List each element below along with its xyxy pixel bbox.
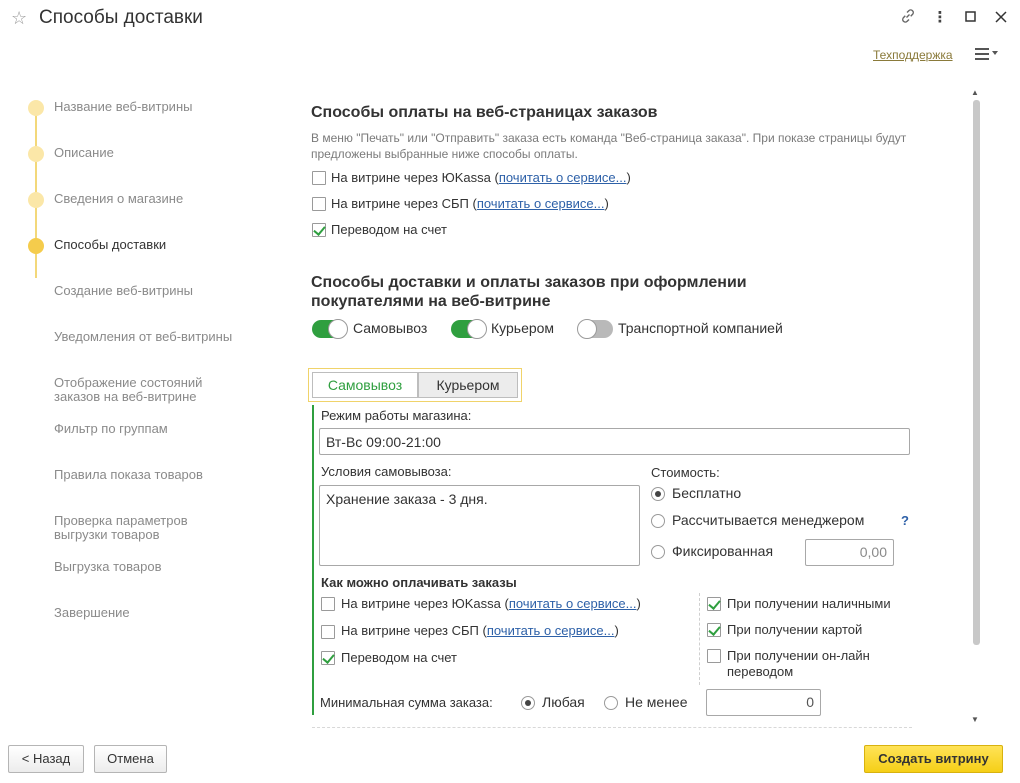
step-item[interactable]: Название веб-витрины <box>54 100 254 114</box>
payment-pages-heading: Способы оплаты на веб-страницах заказов <box>311 104 658 121</box>
transport-company-toggle[interactable] <box>577 319 613 339</box>
delivery-heading: Способы доставки и оплаты заказов при оф… <box>311 274 747 310</box>
pickup-toggle[interactable] <box>312 319 348 339</box>
payment-pages-hint: В меню "Печать" или "Отправить" заказа е… <box>311 131 907 161</box>
step-item[interactable]: Фильтр по группам <box>54 422 254 436</box>
pickup-toggle-label: Самовывоз <box>353 320 428 336</box>
cost-manager-label: Рассчитывается менеджером <box>672 512 865 528</box>
store-hours-input[interactable] <box>319 428 910 455</box>
step-marker <box>28 146 44 162</box>
pickup-sbp-option: На витрине через СБП (почитать о сервисе… <box>341 623 619 638</box>
cost-free-radio[interactable] <box>651 487 665 501</box>
more-icon[interactable]: ⋮ <box>930 8 950 26</box>
tab-courier[interactable]: Курьером <box>418 372 518 398</box>
card-on-receipt-label: При получении картой <box>727 622 863 637</box>
pickup-bank-transfer-checkbox[interactable] <box>321 651 335 665</box>
min-sum-any-radio[interactable] <box>521 696 535 710</box>
pickup-bank-transfer-label: Переводом на счет <box>341 650 458 665</box>
link-icon[interactable] <box>898 8 918 28</box>
bank-transfer-label: Переводом на счет <box>331 222 448 237</box>
scrollbar-thumb[interactable] <box>973 100 980 645</box>
cash-on-receipt-checkbox[interactable] <box>707 597 721 611</box>
sbp-option: На витрине через СБП (почитать о сервисе… <box>331 196 609 211</box>
window-title: Способы доставки <box>39 7 203 28</box>
step-marker <box>28 100 44 116</box>
favorite-star-icon[interactable]: ☆ <box>11 8 27 29</box>
cancel-button[interactable]: Отмена <box>94 745 167 773</box>
payment-columns-divider <box>699 593 700 685</box>
pickup-yookassa-option: На витрине через ЮKassa (почитать о серв… <box>341 596 641 611</box>
pickup-sbp-checkbox[interactable] <box>321 625 335 639</box>
cash-on-receipt-label: При получении наличными <box>727 596 891 611</box>
step-item[interactable]: Выгрузка товаров <box>54 560 254 574</box>
transport-company-toggle-label: Транспортной компанией <box>618 320 783 336</box>
min-sum-any-label: Любая <box>542 694 585 710</box>
yookassa-option: На витрине через ЮKassa (почитать о серв… <box>331 170 631 185</box>
pickup-conditions-label: Условия самовывоза: <box>321 464 452 479</box>
sbp-info-link[interactable]: почитать о сервисе... <box>477 196 605 211</box>
pickup-yookassa-info-link[interactable]: почитать о сервисе... <box>509 596 637 611</box>
create-storefront-button[interactable]: Создать витрину <box>864 745 1003 773</box>
tab-content-indicator <box>312 405 314 715</box>
min-sum-label: Минимальная сумма заказа: <box>320 695 493 710</box>
step-item[interactable]: Уведомления от веб-витрины <box>54 330 254 344</box>
pickup-yookassa-checkbox[interactable] <box>321 597 335 611</box>
scroll-down-icon[interactable]: ▼ <box>971 715 979 724</box>
back-button[interactable]: < Назад <box>8 745 84 773</box>
step-item[interactable]: Проверка параметров выгрузки товаров <box>54 514 214 542</box>
close-icon[interactable] <box>991 8 1011 27</box>
support-link[interactable]: Техподдержка <box>873 48 953 62</box>
payment-methods-heading: Как можно оплачивать заказы <box>321 575 517 590</box>
help-icon[interactable]: ? <box>901 513 909 528</box>
main-menu-icon[interactable] <box>975 46 998 62</box>
card-on-receipt-checkbox[interactable] <box>707 623 721 637</box>
cost-fixed-label: Фиксированная <box>672 543 774 559</box>
step-item[interactable]: Создание веб-витрины <box>54 284 254 298</box>
min-sum-input[interactable]: 0 <box>706 689 821 716</box>
scroll-up-icon[interactable]: ▲ <box>971 88 979 97</box>
tab-pickup[interactable]: Самовывоз <box>312 372 418 398</box>
sbp-checkbox[interactable] <box>312 197 326 211</box>
courier-toggle-label: Курьером <box>491 320 555 336</box>
yookassa-checkbox[interactable] <box>312 171 326 185</box>
section-divider <box>312 727 912 728</box>
online-transfer-on-receipt-label: При получении он-лайн переводом <box>727 648 870 679</box>
cost-free-label: Бесплатно <box>672 485 742 501</box>
cost-fixed-radio[interactable] <box>651 545 665 559</box>
maximize-icon[interactable] <box>961 8 981 27</box>
fixed-cost-input[interactable]: 0,00 <box>805 539 894 566</box>
step-item[interactable]: Завершение <box>54 606 254 620</box>
step-item[interactable]: Правила показа товаров <box>54 468 254 482</box>
online-transfer-on-receipt-checkbox[interactable] <box>707 649 721 663</box>
step-item-current[interactable]: Способы доставки <box>54 238 254 252</box>
courier-toggle[interactable] <box>451 319 487 339</box>
step-marker <box>28 192 44 208</box>
step-item[interactable]: Сведения о магазине <box>54 192 254 206</box>
min-sum-atleast-label: Не менее <box>625 694 688 710</box>
yookassa-info-link[interactable]: почитать о сервисе... <box>499 170 627 185</box>
cost-label: Стоимость: <box>651 465 720 480</box>
step-marker-current <box>28 238 44 254</box>
step-item[interactable]: Описание <box>54 146 254 160</box>
cost-manager-radio[interactable] <box>651 514 665 528</box>
bank-transfer-checkbox[interactable] <box>312 223 326 237</box>
step-item[interactable]: Отображение состояний заказов на веб-вит… <box>54 376 224 404</box>
pickup-sbp-info-link[interactable]: почитать о сервисе... <box>487 623 615 638</box>
pickup-conditions-textarea[interactable]: Хранение заказа - 3 дня. <box>319 485 640 566</box>
min-sum-atleast-radio[interactable] <box>604 696 618 710</box>
store-hours-label: Режим работы магазина: <box>321 408 472 423</box>
